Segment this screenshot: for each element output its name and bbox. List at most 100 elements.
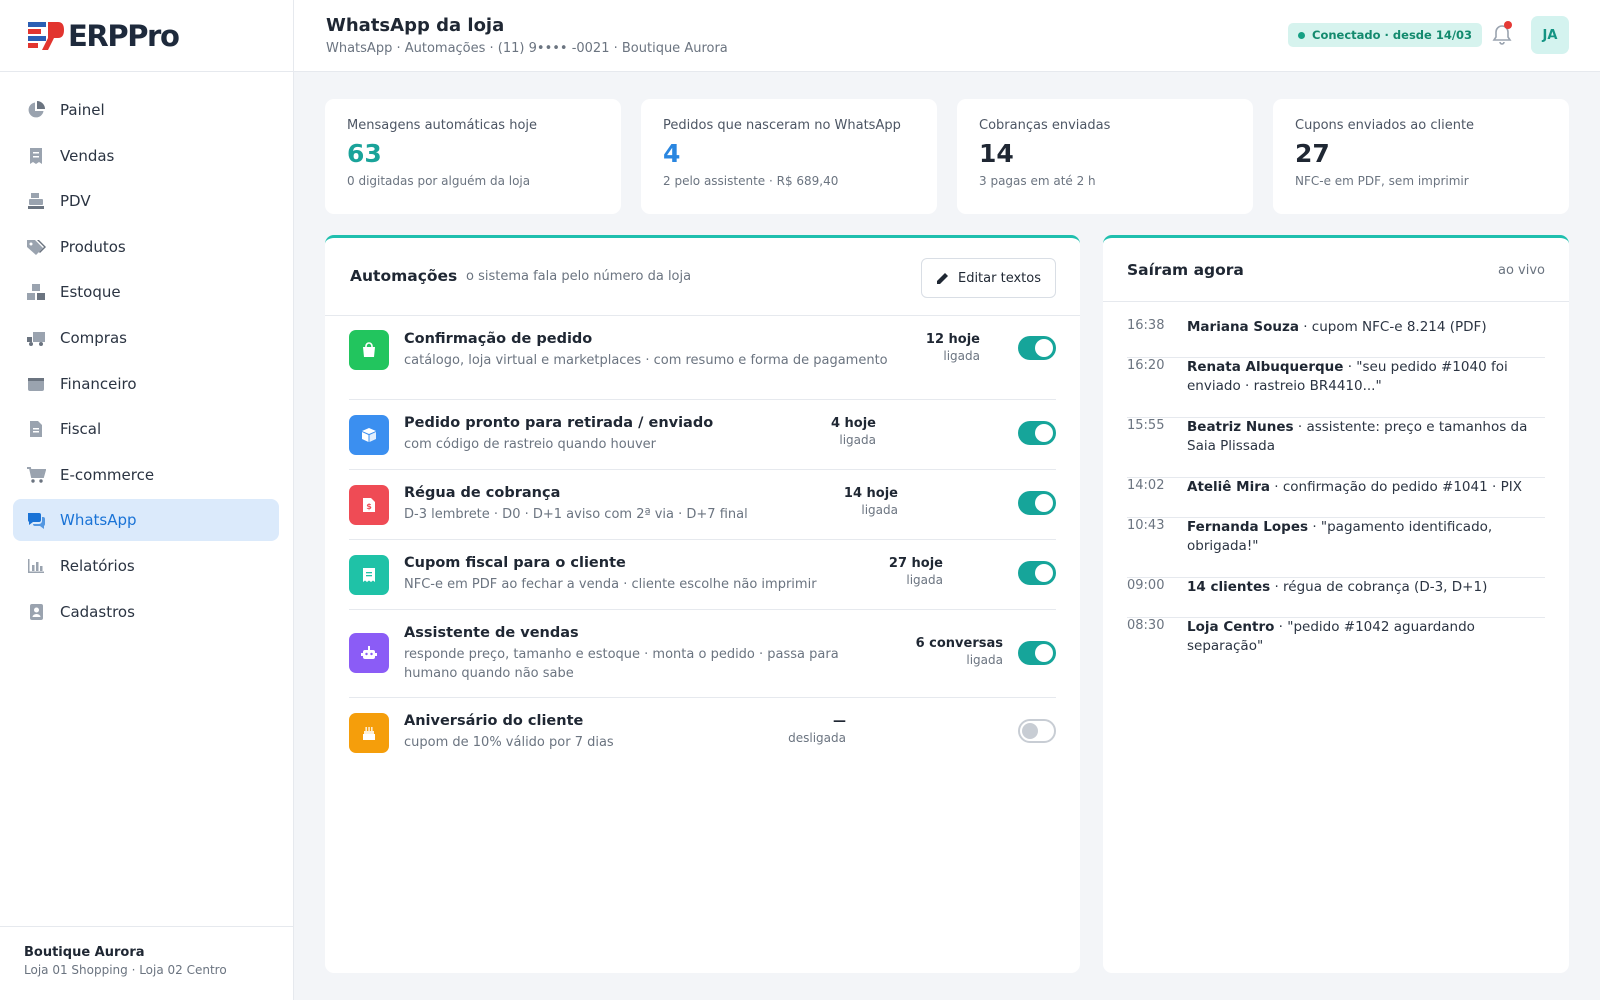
sidebar-item-label: Estoque bbox=[60, 283, 121, 302]
automation-title: Confirmação de pedido bbox=[404, 331, 593, 347]
automation-title: Aniversário do cliente bbox=[404, 713, 584, 729]
automation-toggle[interactable] bbox=[1018, 641, 1056, 665]
automations-header: Automações o sistema fala pelo número da… bbox=[325, 238, 1080, 316]
automation-desc: responde preço, tamanho e estoque · mont… bbox=[404, 647, 839, 681]
item-name: Loja Centro bbox=[1187, 619, 1275, 635]
sidebar-item-cadastros[interactable]: Cadastros bbox=[13, 591, 279, 633]
live-feed-header: Saíram agora ao vivo bbox=[1103, 238, 1569, 302]
sidebar-nav: Painel Vendas PDV Produtos Estoque Compr… bbox=[0, 72, 293, 633]
cake-icon bbox=[349, 713, 389, 753]
user-avatar[interactable]: JA bbox=[1531, 16, 1569, 54]
automation-toggle[interactable] bbox=[1018, 719, 1056, 743]
edit-texts-button[interactable]: Editar textos bbox=[920, 258, 1056, 298]
pie-chart-icon bbox=[26, 100, 46, 120]
sidebar-item-label: Financeiro bbox=[60, 374, 137, 393]
automation-desc: catálogo, loja virtual e marketplaces · … bbox=[404, 353, 888, 368]
wallet-icon bbox=[26, 374, 46, 394]
item-name: 14 clientes bbox=[1187, 579, 1271, 595]
automations-subtitle: o sistema fala pelo número da loja bbox=[466, 269, 692, 284]
automation-state: ligada bbox=[839, 433, 876, 447]
list-item[interactable]: 09:00 14 clientes · régua de cobrança (D… bbox=[1127, 578, 1545, 618]
automation-toggle[interactable] bbox=[1018, 336, 1056, 360]
stat-card-cupons: Cupons enviados ao cliente 27 NFC-e em P… bbox=[1273, 99, 1569, 214]
logo[interactable]: ERPPro bbox=[0, 0, 293, 72]
automation-row-aniversario: Aniversário do cliente cupom de 10% váli… bbox=[349, 698, 1056, 768]
cart-icon bbox=[26, 465, 46, 485]
automation-state: ligada bbox=[906, 573, 943, 587]
svg-text:$: $ bbox=[366, 502, 372, 511]
item-name: Fernanda Lopes bbox=[1187, 519, 1309, 535]
live-feed-title: Saíram agora bbox=[1127, 261, 1244, 279]
item-name: Ateliê Mira bbox=[1187, 479, 1270, 495]
sidebar-item-financeiro[interactable]: Financeiro bbox=[13, 363, 279, 405]
item-time: 16:20 bbox=[1127, 358, 1165, 373]
automation-count: — desligada bbox=[788, 714, 846, 745]
sidebar-item-ecommerce[interactable]: E-commerce bbox=[13, 454, 279, 496]
stat-label: Cobranças enviadas bbox=[979, 118, 1111, 133]
sidebar-item-painel[interactable]: Painel bbox=[13, 89, 279, 131]
item-time: 08:30 bbox=[1127, 618, 1165, 633]
sidebar-item-label: Vendas bbox=[60, 146, 115, 165]
stat-note: 0 digitadas por alguém da loja bbox=[347, 174, 531, 188]
stat-card-mensagens: Mensagens automáticas hoje 63 0 digitada… bbox=[325, 99, 621, 214]
chat-icon bbox=[26, 510, 46, 530]
shopping-bag-icon bbox=[349, 330, 389, 370]
top-header: WhatsApp da loja WhatsApp · Automações ·… bbox=[294, 0, 1600, 72]
sidebar-item-vendas[interactable]: Vendas bbox=[13, 135, 279, 177]
automation-state: ligada bbox=[966, 653, 1003, 667]
sidebar-item-estoque[interactable]: Estoque bbox=[13, 271, 279, 313]
notifications-bell-icon[interactable] bbox=[1492, 21, 1512, 46]
item-time: 14:02 bbox=[1127, 478, 1165, 493]
live-feed-panel: Saíram agora ao vivo 16:38 Mariana Souza… bbox=[1103, 235, 1569, 973]
automation-toggle[interactable] bbox=[1018, 561, 1056, 585]
sidebar-item-label: WhatsApp bbox=[60, 511, 137, 530]
sidebar-item-label: Produtos bbox=[60, 237, 126, 256]
sidebar-item-label: E-commerce bbox=[60, 465, 155, 484]
notification-dot bbox=[1504, 21, 1512, 29]
automation-desc: D-3 lembrete · D0 · D+1 aviso com 2ª via… bbox=[404, 507, 748, 522]
stat-value: 27 bbox=[1295, 139, 1330, 168]
item-time: 10:43 bbox=[1127, 518, 1165, 533]
item-text: · régua de cobrança (D-3, D+1) bbox=[1270, 579, 1488, 595]
automation-desc: com código de rastreio quando houver bbox=[404, 437, 657, 452]
automation-row-regua-cobranca: $ Régua de cobrança D-3 lembrete · D0 · … bbox=[349, 470, 1056, 540]
automation-row-pedido-pronto: Pedido pronto para retirada / enviado co… bbox=[349, 400, 1056, 470]
list-item[interactable]: 14:02 Ateliê Mira · confirmação do pedid… bbox=[1127, 478, 1545, 518]
sidebar-item-label: Painel bbox=[60, 101, 105, 119]
stat-note: 3 pagas em até 2 h bbox=[979, 174, 1096, 188]
automation-row-cupom-fiscal: Cupom fiscal para o cliente NFC-e em PDF… bbox=[349, 540, 1056, 610]
stat-card-pedidos: Pedidos que nasceram no WhatsApp 4 2 pel… bbox=[641, 99, 937, 214]
list-item[interactable]: 16:38 Mariana Souza · cupom NFC-e 8.214 … bbox=[1127, 318, 1545, 358]
sidebar-item-pdv[interactable]: PDV bbox=[13, 180, 279, 222]
sidebar-item-whatsapp[interactable]: WhatsApp bbox=[13, 499, 279, 542]
item-time: 15:55 bbox=[1127, 418, 1165, 433]
list-item[interactable]: 15:55 Beatriz Nunes · assistente: preço … bbox=[1127, 418, 1545, 478]
pencil-icon bbox=[936, 273, 948, 284]
sidebar-item-fiscal[interactable]: Fiscal bbox=[13, 408, 279, 450]
contact-book-icon bbox=[26, 602, 46, 622]
sidebar-item-produtos[interactable]: Produtos bbox=[13, 226, 279, 268]
logo-mark-icon bbox=[26, 19, 66, 53]
stat-label: Cupons enviados ao cliente bbox=[1295, 118, 1475, 133]
automations-title: Automações bbox=[350, 267, 458, 285]
sidebar-item-compras[interactable]: Compras bbox=[13, 317, 279, 359]
list-item[interactable]: 10:43 Fernanda Lopes · "pagamento identi… bbox=[1127, 518, 1545, 578]
connection-status-badge: Conectado · desde 14/03 bbox=[1288, 23, 1483, 47]
list-item[interactable]: 08:30 Loja Centro · "pedido #1042 aguard… bbox=[1127, 618, 1545, 658]
item-name: Renata Albuquerque bbox=[1187, 359, 1344, 375]
edit-texts-label: Editar textos bbox=[957, 270, 1041, 286]
sidebar-item-label: Compras bbox=[60, 328, 127, 347]
list-item[interactable]: 16:20 Renata Albuquerque · "seu pedido #… bbox=[1127, 358, 1545, 418]
boxes-icon bbox=[26, 282, 46, 302]
store-switcher[interactable]: Boutique Aurora Loja 01 Shopping · Loja … bbox=[0, 926, 293, 1000]
automation-toggle[interactable] bbox=[1018, 421, 1056, 445]
sidebar-item-relatorios[interactable]: Relatórios bbox=[13, 545, 279, 587]
automation-row-assistente: Assistente de vendas responde preço, tam… bbox=[349, 610, 1056, 698]
automation-state: desligada bbox=[788, 731, 846, 745]
sidebar-item-label: PDV bbox=[60, 192, 91, 211]
sidebar: ERPPro Painel Vendas PDV Produtos Estoqu… bbox=[0, 0, 294, 1000]
automation-count: 27 hoje ligada bbox=[888, 556, 943, 587]
receipt-icon bbox=[349, 555, 389, 595]
automation-toggle[interactable] bbox=[1018, 491, 1056, 515]
cash-register-icon bbox=[26, 191, 46, 211]
